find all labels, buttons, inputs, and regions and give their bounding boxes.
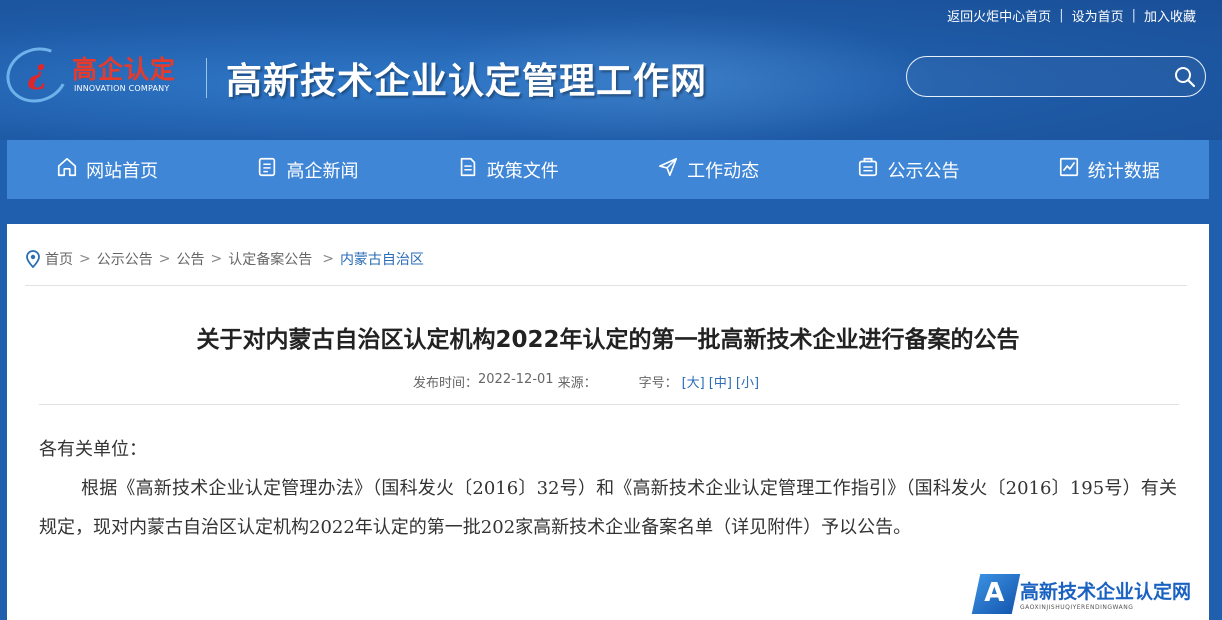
bulletin-icon — [857, 156, 879, 183]
nav-item-policy[interactable]: 政策文件 — [408, 140, 608, 199]
watermark-letter: A — [984, 578, 1005, 608]
breadcrumb-sep: > — [210, 251, 223, 267]
header-divider — [206, 58, 207, 98]
breadcrumb: 首页 > 公示公告 > 公告 > 认定备案公告 > 内蒙古自治区 — [25, 249, 424, 269]
nav-item-stats[interactable]: 统计数据 — [1009, 140, 1209, 199]
article-paragraph: 根据《高新技术企业认定管理办法》（国科发火〔2016〕32号）和《高新技术企业认… — [39, 478, 1177, 538]
home-icon — [56, 156, 78, 183]
logo-en-text: INNOVATION COMPANY — [74, 84, 170, 93]
watermark-title: 高新技术企业认定网 — [1020, 581, 1192, 603]
breadcrumb-sep: > — [79, 251, 91, 267]
breadcrumb-sep: > — [322, 251, 334, 267]
search-box — [906, 56, 1206, 97]
breadcrumb-home[interactable]: 首页 — [45, 249, 73, 269]
breadcrumb-filing[interactable]: 认定备案公告 — [228, 249, 312, 269]
nav-label: 网站首页 — [86, 160, 159, 182]
font-size-medium[interactable]: [中] — [709, 372, 732, 391]
top-links: 返回火炬中心首页 | 设为首页 | 加入收藏 — [939, 6, 1204, 25]
font-size-small[interactable]: [小] — [736, 372, 759, 391]
watermark-mark: A — [971, 574, 1021, 614]
nav-item-home[interactable]: 网站首页 — [7, 140, 207, 199]
nav-label: 工作动态 — [687, 160, 760, 182]
nav-item-bulletin[interactable]: 公示公告 — [808, 140, 1008, 199]
font-size-large[interactable]: [大] — [682, 372, 705, 391]
article-title: 关于对内蒙古自治区认定机构2022年认定的第一批高新技术企业进行备案的公告 — [196, 327, 1020, 353]
article-body: 各有关单位： 根据《高新技术企业认定管理办法》（国科发火〔2016〕32号）和《… — [39, 430, 1177, 547]
publish-label: 发布时间： — [413, 376, 479, 391]
meta-gap — [597, 372, 639, 391]
document-icon — [457, 156, 479, 183]
logo-mark: ¿ — [28, 52, 48, 92]
search-input[interactable] — [923, 65, 1163, 89]
nav-label: 公示公告 — [887, 160, 960, 182]
nav-label: 政策文件 — [486, 160, 559, 182]
main-content: 首页 > 公示公告 > 公告 > 认定备案公告 > 内蒙古自治区 关于对内蒙古自… — [7, 224, 1209, 620]
add-favorite-link[interactable]: 加入收藏 — [1136, 6, 1204, 25]
send-icon — [657, 156, 679, 183]
nav-item-work[interactable]: 工作动态 — [608, 140, 808, 199]
news-icon — [256, 156, 278, 183]
back-to-torch-link[interactable]: 返回火炬中心首页 — [939, 6, 1059, 25]
nav-item-news[interactable]: 高企新闻 — [207, 140, 407, 199]
corner-watermark-logo: A 高新技术企业认定网 GAOXINJISHUQIYERENDINGWANG — [971, 568, 1222, 620]
publish-date: 2022-12-01 — [478, 372, 554, 387]
set-homepage-link[interactable]: 设为首页 — [1064, 6, 1132, 25]
site-header: 返回火炬中心首页 | 设为首页 | 加入收藏 ¿ 高企认定 INNOVATION… — [0, 0, 1222, 140]
site-title: 高新技术企业认定管理工作网 — [226, 60, 708, 102]
divider — [25, 285, 1187, 286]
watermark-pinyin: GAOXINJISHUQIYERENDINGWANG — [1020, 604, 1134, 611]
font-size-label: 字号： — [638, 376, 678, 391]
breadcrumb-announcements[interactable]: 公示公告 — [97, 249, 153, 269]
watermark-text: 高新技术企业认定网 GAOXINJISHUQIYERENDINGWANG — [1020, 577, 1191, 611]
breadcrumb-current[interactable]: 内蒙古自治区 — [340, 249, 424, 269]
nav-label: 高企新闻 — [286, 160, 359, 182]
site-logo[interactable]: ¿ 高企认定 INNOVATION COMPANY — [0, 39, 196, 111]
chart-icon — [1058, 156, 1080, 183]
search-icon[interactable] — [1173, 65, 1197, 89]
breadcrumb-notice[interactable]: 公告 — [176, 249, 204, 269]
greeting: 各有关单位： — [39, 439, 147, 460]
main-nav: 网站首页 高企新闻 政策文件 工作动态 公示公告 统计数据 — [7, 140, 1209, 199]
location-icon — [26, 250, 40, 268]
logo-cn-text: 高企认定 — [72, 55, 177, 84]
divider — [39, 404, 1179, 405]
article-meta: 发布时间： 2022-12-01 来源： 字号： [大] [中] [小] — [413, 372, 759, 391]
breadcrumb-sep: > — [158, 251, 171, 267]
nav-label: 统计数据 — [1087, 160, 1160, 182]
source-label: 来源： — [557, 376, 597, 391]
